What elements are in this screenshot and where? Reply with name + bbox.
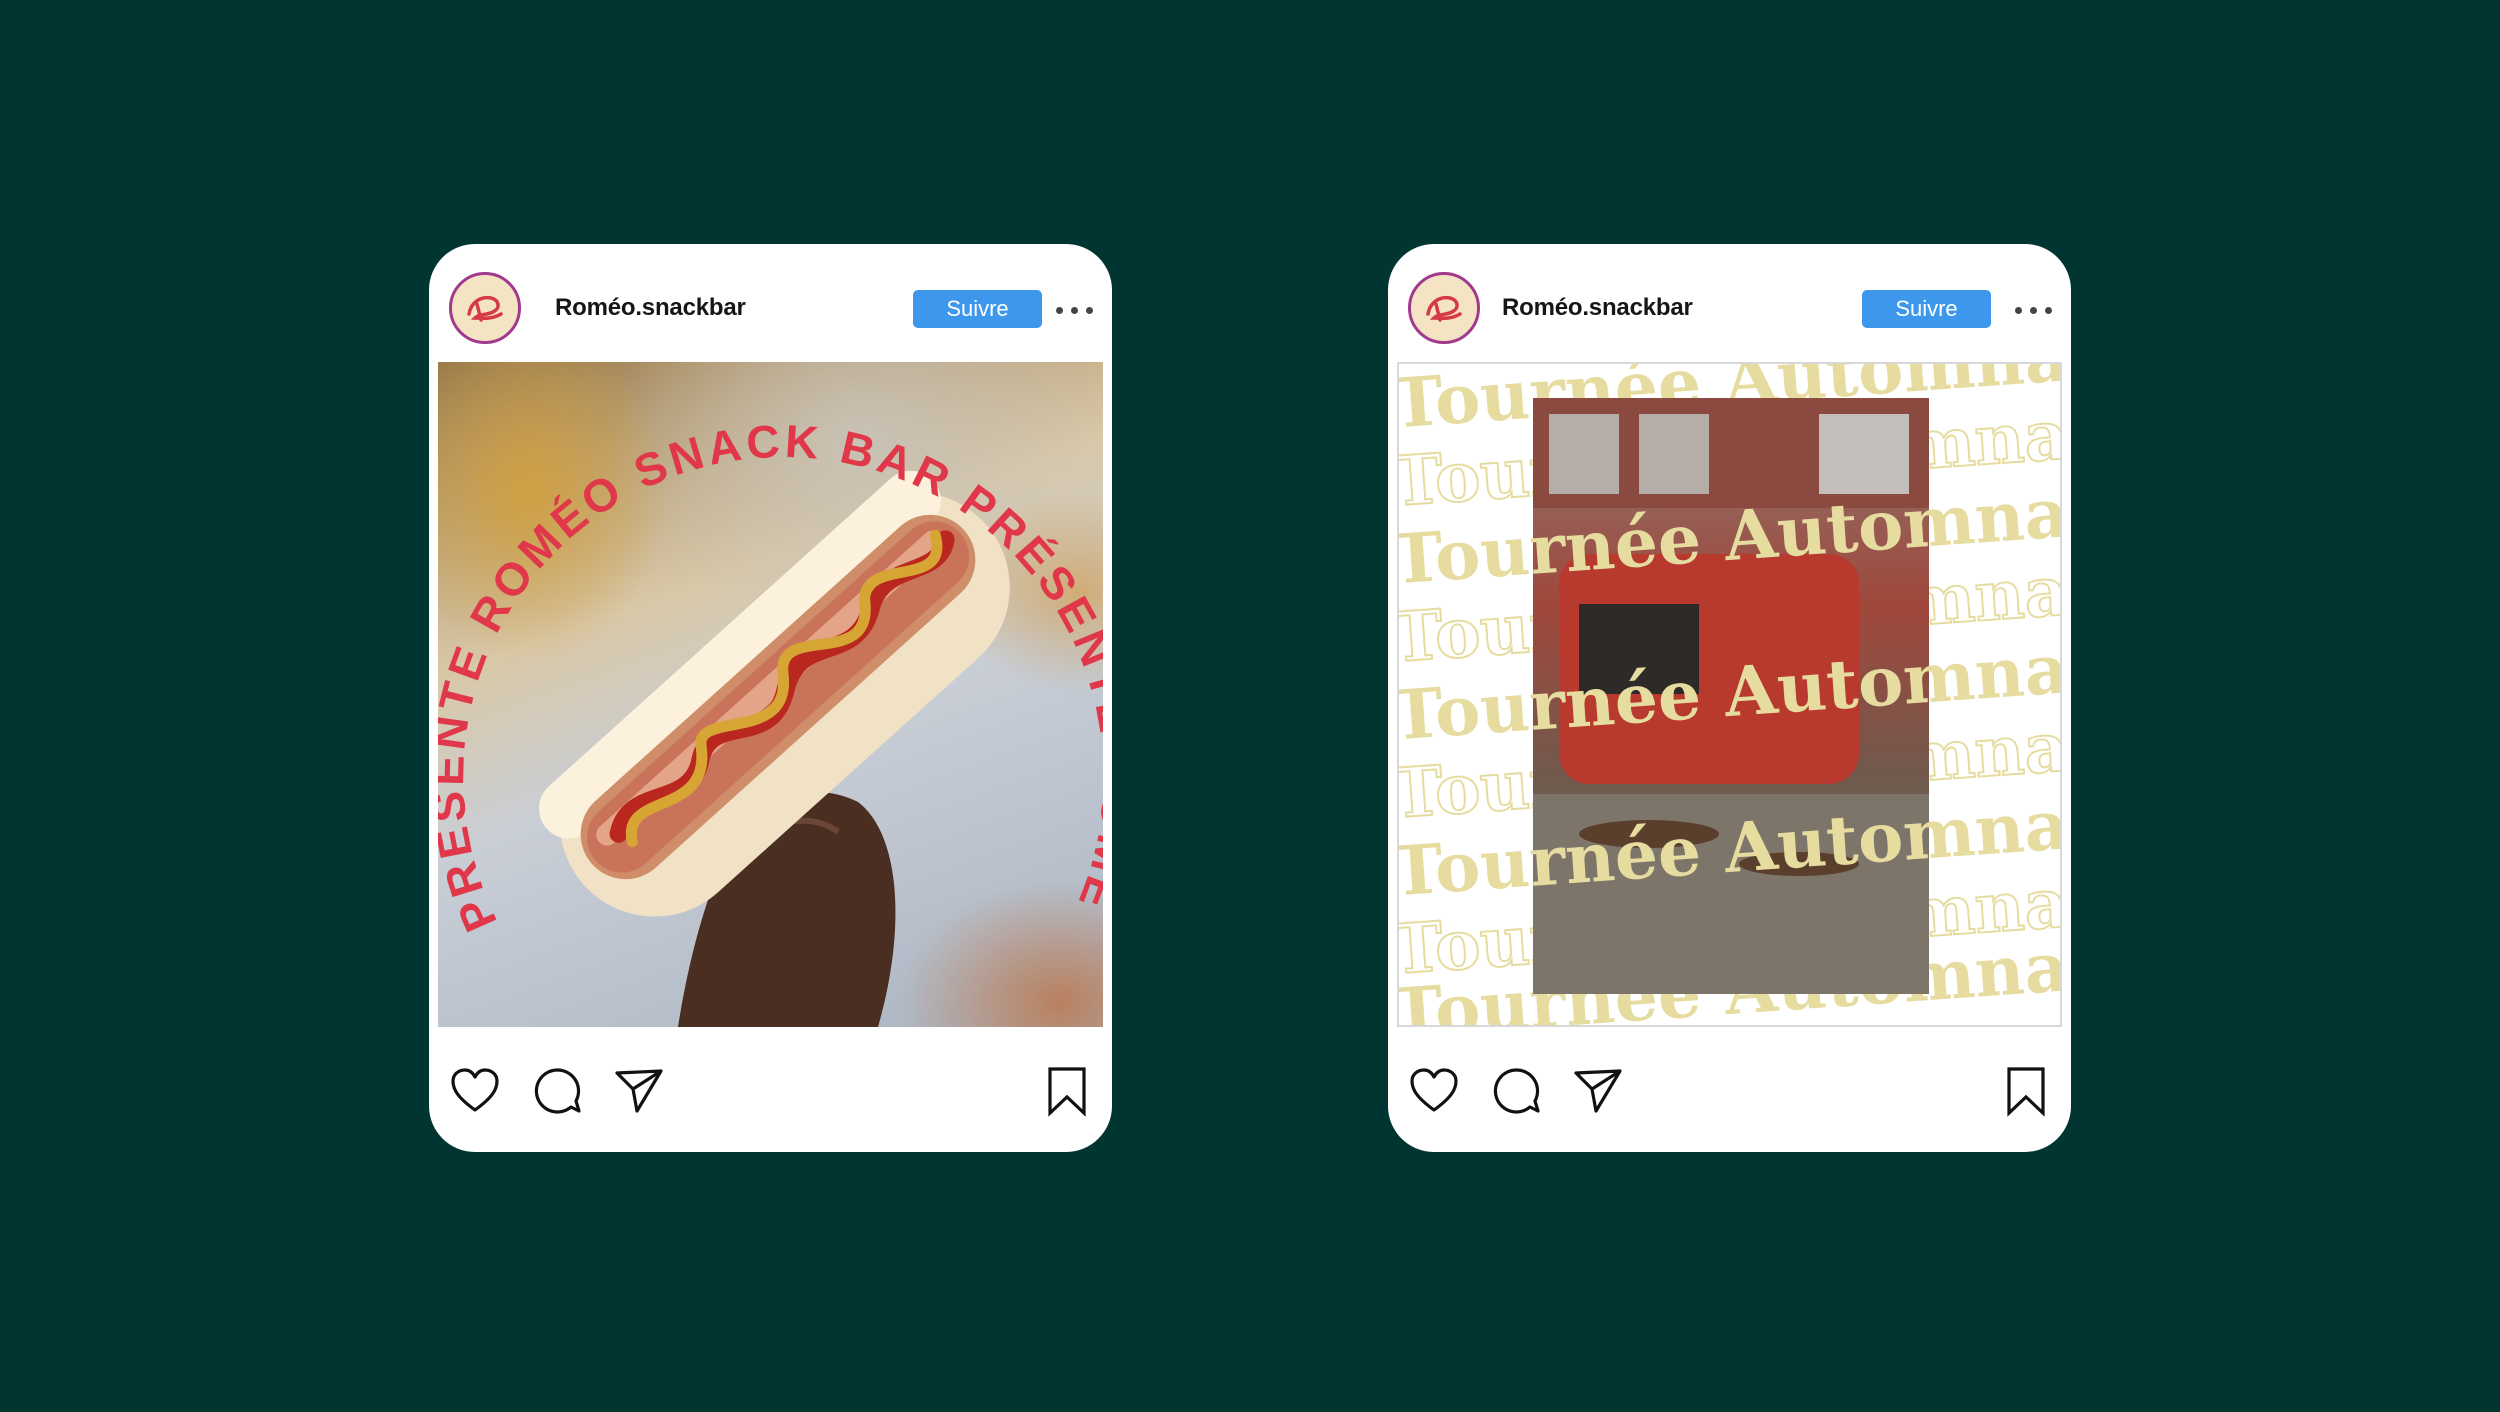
bookmark-icon[interactable] xyxy=(1041,1065,1093,1117)
username[interactable]: Roméo.snackbar xyxy=(1502,294,1693,322)
heart-icon[interactable] xyxy=(1408,1065,1460,1117)
username[interactable]: Roméo.snackbar xyxy=(555,294,746,322)
comment-icon[interactable] xyxy=(1490,1065,1542,1117)
post-header: Roméo.snackbar Suivre xyxy=(1388,244,2071,362)
follow-button[interactable]: Suivre xyxy=(1862,290,1991,328)
post-card: Roméo.snackbar Suivre Tournée AutomnaleT… xyxy=(1388,244,2071,1152)
post-image[interactable]: PRÉSENTE ROMÉO SNACK BAR PRÉSENTE ROMÉO … xyxy=(438,362,1103,1027)
share-icon[interactable] xyxy=(1572,1065,1624,1117)
more-options-icon[interactable] xyxy=(1053,290,1097,328)
romeo-logo-icon xyxy=(467,295,503,322)
romeo-logo-icon xyxy=(1426,295,1462,322)
post-header: Roméo.snackbar Suivre xyxy=(429,244,1112,362)
post-actions xyxy=(429,1027,1112,1152)
heart-icon[interactable] xyxy=(449,1065,501,1117)
comment-icon[interactable] xyxy=(531,1065,583,1117)
more-options-icon[interactable] xyxy=(2012,290,2056,328)
avatar[interactable] xyxy=(1408,272,1480,344)
follow-button[interactable]: Suivre xyxy=(913,290,1042,328)
avatar[interactable] xyxy=(449,272,521,344)
post-image[interactable]: Tournée AutomnaleTournée AutomnaleTourné… xyxy=(1397,362,2062,1027)
hot-dog-photo: PRÉSENTE ROMÉO SNACK BAR PRÉSENTE ROMÉO … xyxy=(438,362,1103,1027)
share-icon[interactable] xyxy=(613,1065,665,1117)
tournee-automnale-graphic: Tournée AutomnaleTournée AutomnaleTourné… xyxy=(1399,364,2060,1025)
bookmark-icon[interactable] xyxy=(2000,1065,2052,1117)
post-actions xyxy=(1388,1027,2071,1152)
post-card: Roméo.snackbar Suivre PR E ROMÉO SNACK B… xyxy=(429,244,1112,1152)
